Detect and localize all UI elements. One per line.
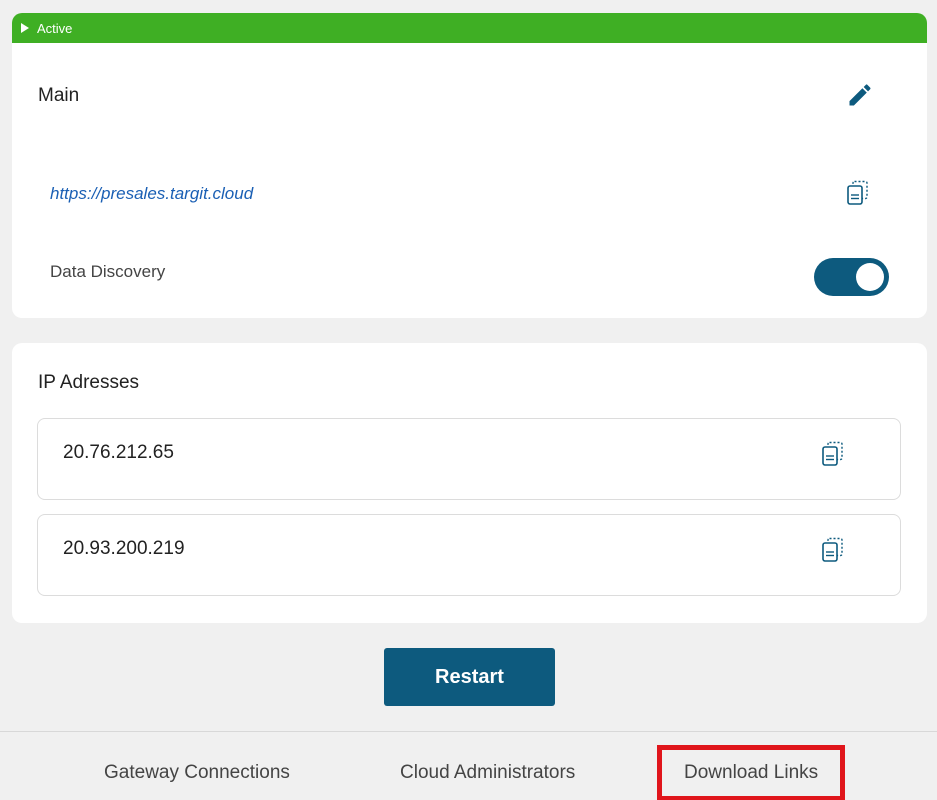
play-triangle-icon [21, 23, 29, 33]
ip-address-value: 20.76.212.65 [63, 442, 174, 463]
pencil-icon [849, 84, 871, 106]
cloud-administrators-link[interactable]: Cloud Administrators [400, 762, 575, 784]
download-links-link[interactable]: Download Links [684, 762, 818, 784]
copy-icon [822, 537, 843, 562]
ip-addresses-title: IP Adresses [38, 372, 140, 393]
restart-button[interactable]: Restart [384, 648, 555, 706]
ip-address-row: 20.76.212.65 [37, 418, 901, 500]
gateway-connections-link[interactable]: Gateway Connections [104, 762, 290, 784]
copy-ip-button[interactable] [819, 440, 847, 468]
environment-title: Main [38, 85, 80, 106]
environment-card: Active Main https://presales.targit.clou… [12, 13, 927, 318]
data-discovery-label: Data Discovery [50, 262, 166, 281]
copy-icon [822, 441, 843, 466]
status-bar: Active [12, 13, 927, 43]
edit-button[interactable] [844, 79, 876, 111]
copy-url-button[interactable] [844, 179, 872, 207]
copy-icon [847, 180, 868, 205]
copy-ip-button[interactable] [819, 536, 847, 564]
data-discovery-toggle[interactable] [814, 258, 889, 296]
page: Active Main https://presales.targit.clou… [0, 0, 937, 800]
ip-address-value: 20.93.200.219 [63, 538, 185, 559]
toggle-knob [856, 263, 884, 291]
environment-url-link[interactable]: https://presales.targit.cloud [50, 184, 253, 204]
ip-address-row: 20.93.200.219 [37, 514, 901, 596]
ip-addresses-card: IP Adresses 20.76.212.65 20.93.200.219 [12, 343, 927, 623]
footer-nav: Gateway Connections Cloud Administrators… [0, 731, 937, 800]
status-label: Active [37, 20, 73, 36]
